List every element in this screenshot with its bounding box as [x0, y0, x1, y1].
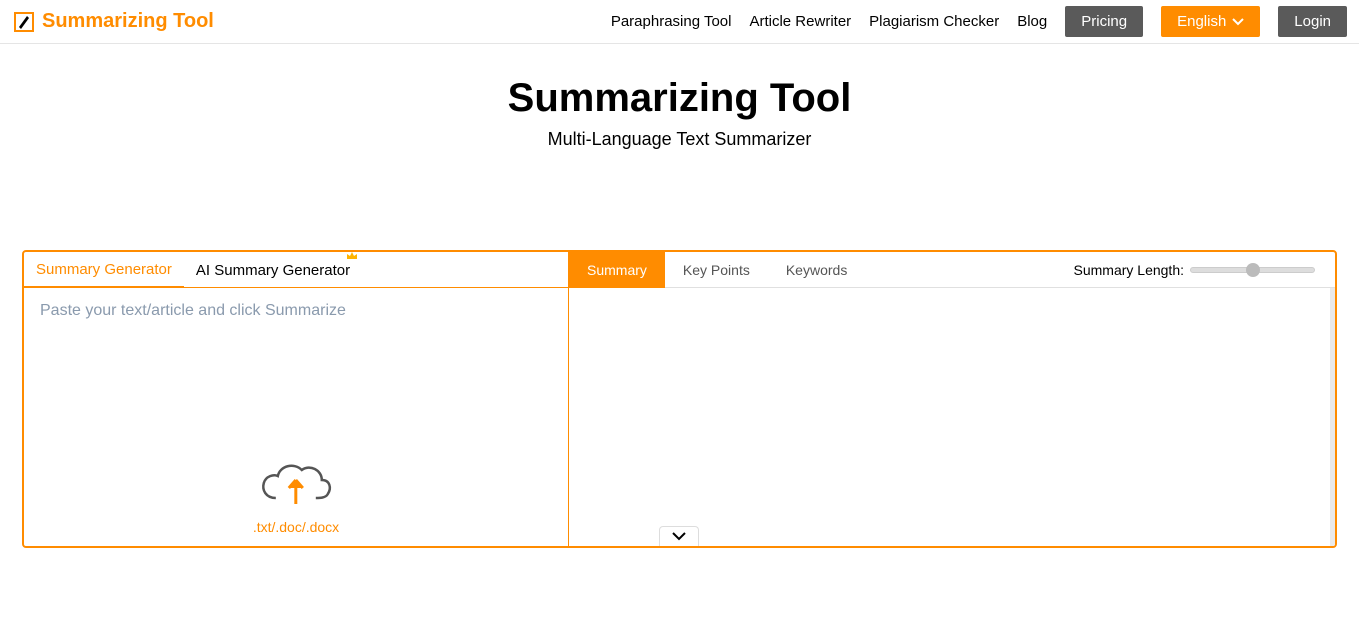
- input-tabs: Summary Generator AI Summary Generator: [24, 252, 568, 288]
- slider-label: Summary Length:: [1074, 262, 1185, 278]
- tab-keywords[interactable]: Keywords: [768, 252, 865, 288]
- language-dropdown[interactable]: English: [1161, 6, 1260, 37]
- page-title: Summarizing Tool: [0, 76, 1359, 121]
- tab-ai-label: AI Summary Generator: [196, 262, 350, 279]
- nav-paraphrasing[interactable]: Paraphrasing Tool: [611, 13, 732, 30]
- logo-text: Summarizing Tool: [42, 10, 214, 33]
- tab-ai-summary-generator[interactable]: AI Summary Generator: [184, 252, 362, 288]
- nav-article-rewriter[interactable]: Article Rewriter: [749, 13, 851, 30]
- input-pane: Summary Generator AI Summary Generator P…: [24, 252, 569, 546]
- logo[interactable]: Summarizing Tool: [12, 10, 214, 34]
- slider-thumb[interactable]: [1246, 263, 1260, 277]
- hero: Summarizing Tool Multi-Language Text Sum…: [0, 76, 1359, 150]
- tab-key-points[interactable]: Key Points: [665, 252, 768, 288]
- chevron-down-icon: [1232, 13, 1244, 30]
- tab-summary-generator[interactable]: Summary Generator: [24, 252, 184, 288]
- output-content: [569, 288, 1335, 546]
- page-subtitle: Multi-Language Text Summarizer: [0, 129, 1359, 150]
- login-button[interactable]: Login: [1278, 6, 1347, 37]
- chevron-down-icon: [671, 528, 687, 546]
- crown-icon: [346, 250, 358, 265]
- expand-button[interactable]: [659, 526, 699, 546]
- upload-area[interactable]: .txt/.doc/.docx: [253, 458, 339, 535]
- language-label: English: [1177, 13, 1226, 30]
- nav-blog[interactable]: Blog: [1017, 13, 1047, 30]
- nav: Paraphrasing Tool Article Rewriter Plagi…: [611, 6, 1347, 37]
- upload-file-types: .txt/.doc/.docx: [253, 519, 339, 535]
- summary-length-slider[interactable]: [1190, 267, 1315, 273]
- input-placeholder: Paste your text/article and click Summar…: [40, 302, 552, 320]
- header: Summarizing Tool Paraphrasing Tool Artic…: [0, 0, 1359, 44]
- pricing-button[interactable]: Pricing: [1065, 6, 1143, 37]
- summary-length-control: Summary Length:: [1074, 262, 1316, 278]
- logo-icon: [12, 10, 36, 34]
- tab-summary[interactable]: Summary: [569, 252, 665, 288]
- cloud-upload-icon: [256, 458, 336, 515]
- output-tabs: Summary Key Points Keywords Summary Leng…: [569, 252, 1335, 288]
- tool-box: Summary Generator AI Summary Generator P…: [22, 250, 1337, 548]
- nav-plagiarism-checker[interactable]: Plagiarism Checker: [869, 13, 999, 30]
- output-pane: Summary Key Points Keywords Summary Leng…: [569, 252, 1335, 546]
- text-input-area[interactable]: Paste your text/article and click Summar…: [24, 288, 568, 546]
